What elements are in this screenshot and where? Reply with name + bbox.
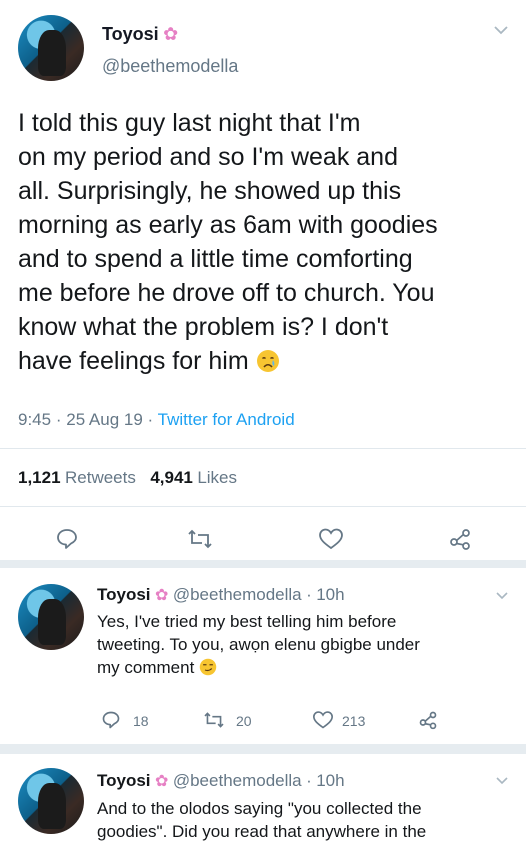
section-separator (0, 560, 526, 568)
reply-line: goodies". Did you read that anywhere in … (97, 822, 427, 841)
share-action[interactable] (418, 710, 438, 730)
heart-icon (312, 711, 334, 729)
retweets-label: Retweets (65, 468, 136, 487)
like-action-icon[interactable] (318, 527, 344, 551)
divider (0, 448, 526, 449)
retweet-icon (204, 712, 224, 728)
likes-stat[interactable]: 4,941 Likes (150, 468, 238, 487)
section-separator (0, 744, 526, 754)
chevron-down-icon[interactable] (494, 26, 508, 35)
flower-icon: ✿ (154, 773, 169, 790)
tweet-line: on my period and so I'm weak and (18, 143, 398, 171)
author-name-row: Toyosi ✿ (102, 24, 178, 45)
tweet-meta: 9:45 · 25 Aug 19 · Twitter for Android (18, 410, 295, 429)
reply-avatar[interactable] (18, 584, 84, 650)
reply-author-name[interactable]: Toyosi (97, 585, 151, 604)
author-name[interactable]: Toyosi (102, 24, 159, 44)
author-handle[interactable]: @beethemodella (102, 56, 238, 77)
reply-header: Toyosi ✿ @beethemodella · 10h (97, 771, 345, 790)
reply-action[interactable] (101, 710, 121, 730)
reply-age: 10h (316, 771, 345, 790)
reply-line: And to the olodos saying "you collected … (97, 799, 422, 818)
retweet-action-icon[interactable] (187, 528, 213, 550)
avatar[interactable] (18, 15, 84, 81)
reply-line-last: my comment (97, 656, 512, 679)
tweet-line: know what the problem is? I don't (18, 313, 389, 341)
tweet-line: have feelings for him (18, 347, 249, 375)
tweet-time: 9:45 (18, 410, 52, 429)
reply-header: Toyosi ✿ @beethemodella · 10h (97, 585, 345, 604)
share-action-icon[interactable] (448, 527, 472, 551)
like-count: 213 (342, 713, 366, 729)
chevron-down-icon[interactable] (496, 777, 508, 785)
tweet-line: I told this guy last night that I'm (18, 109, 361, 137)
tweet-line: morning as early as 6am with goodies (18, 211, 438, 239)
tweet-line: me before he drove off to church. You (18, 279, 435, 307)
reply-author-handle[interactable]: @beethemodella (173, 771, 302, 790)
tweet-line: all. Surprisingly, he showed up this (18, 177, 402, 205)
crying-face-icon (256, 350, 279, 372)
flower-icon: ✿ (154, 587, 169, 604)
likes-count: 4,941 (150, 468, 193, 487)
reply-author-name[interactable]: Toyosi (97, 771, 151, 790)
tweet-line: and to spend a little time comforting (18, 245, 413, 273)
like-action[interactable] (312, 710, 334, 730)
retweet-count: 20 (236, 713, 252, 729)
chevron-down-icon[interactable] (496, 592, 508, 600)
divider (0, 506, 526, 507)
reply-line: my comment (97, 658, 195, 677)
reply-action-icon[interactable] (55, 527, 79, 551)
flower-icon: ✿ (163, 24, 179, 44)
likes-label: Likes (197, 468, 238, 487)
reply-author-handle[interactable]: @beethemodella (173, 585, 302, 604)
tweet-stats: 1,121 Retweets 4,941 Likes (18, 468, 237, 488)
reply-text: Yes, I've tried my best telling him befo… (97, 610, 512, 679)
reply-avatar[interactable] (18, 768, 84, 834)
reply-icon (102, 711, 120, 729)
tweet-source-link[interactable]: Twitter for Android (158, 410, 295, 429)
retweets-stat[interactable]: 1,121 Retweets (18, 468, 140, 487)
retweets-count: 1,121 (18, 468, 61, 487)
tweet-text: I told this guy last night that I'm on m… (18, 106, 518, 378)
reply-line: tweeting. To you, awọn elenu gbigbe unde… (97, 635, 420, 654)
tweet-line-last: have feelings for him (18, 344, 518, 378)
smirking-face-icon (199, 658, 217, 676)
reply-count: 18 (133, 713, 149, 729)
retweet-action[interactable] (203, 711, 225, 729)
reply-line: Yes, I've tried my best telling him befo… (97, 612, 397, 631)
reply-text: And to the olodos saying "you collected … (97, 797, 517, 843)
tweet-date: 25 Aug 19 (66, 410, 143, 429)
reply-age: 10h (316, 585, 345, 604)
share-icon (419, 711, 437, 730)
